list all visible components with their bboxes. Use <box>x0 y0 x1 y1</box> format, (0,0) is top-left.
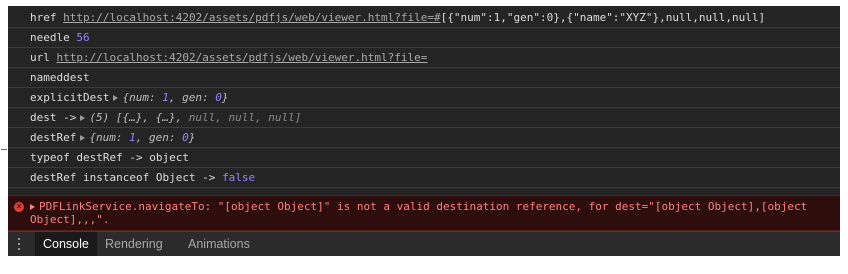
log-url: url http://localhost:4202/assets/pdfjs/w… <box>8 48 840 68</box>
log-link[interactable]: http://localhost:4202/assets/pdfjs/web/v… <box>57 51 428 64</box>
log-href: href http://localhost:4202/assets/pdfjs/… <box>8 6 840 28</box>
log-text: typeof destRef -> object <box>30 151 189 164</box>
log-label: href <box>30 11 57 24</box>
array-preview[interactable]: (5) [{…}, {…}, null, null, null] <box>89 111 301 124</box>
null-value: null, <box>188 111 222 124</box>
key: num: <box>95 131 123 144</box>
margin-dash <box>1 149 7 150</box>
boolean-value: false <box>222 171 256 184</box>
expand-triangle-icon[interactable] <box>80 115 86 121</box>
object-preview[interactable]: {num: 1, gen: 0} <box>89 131 195 144</box>
key: gen: <box>182 91 209 104</box>
key: gen: <box>148 131 176 144</box>
brace: } <box>188 131 196 144</box>
log-label: dest -> <box>30 111 77 124</box>
error-x-icon: ✕ <box>14 202 24 212</box>
array-count: (5) <box>89 111 110 124</box>
log-needle: needle 56 <box>8 28 840 48</box>
log-nameddest: nameddest <box>8 68 840 88</box>
null-value: null] <box>268 111 302 124</box>
key: num: <box>129 91 156 104</box>
object-preview[interactable]: {num: 1, gen: 0} <box>122 91 228 104</box>
error-text: PDFLinkService.navigateTo: "[object Obje… <box>30 200 808 226</box>
expand-triangle-icon[interactable] <box>80 135 86 141</box>
tab-rendering[interactable]: Rendering <box>97 232 171 256</box>
log-json: [{"num":1,"gen":0},{"name":"XYZ"},null,n… <box>440 11 766 24</box>
devtools-panel: href http://localhost:4202/assets/pdfjs/… <box>8 6 840 256</box>
log-explicit-dest: explicitDest {num: 1, gen: 0} <box>8 88 840 108</box>
log-label: nameddest <box>30 71 90 84</box>
value: 0 <box>182 131 189 144</box>
log-instanceof: destRef instanceof Object -> false <box>8 168 840 188</box>
log-label: explicitDest <box>30 91 110 104</box>
error-message: ✕ PDFLinkService.navigateTo: "[object Ob… <box>8 195 840 231</box>
more-options-icon[interactable] <box>18 238 21 251</box>
brace: { <box>89 131 96 144</box>
log-label: url <box>30 51 50 64</box>
brace: } <box>221 91 229 104</box>
expand-triangle-icon[interactable] <box>30 204 35 210</box>
log-number: 56 <box>76 31 90 44</box>
log-dest: dest -> (5) [{…}, {…}, null, null, null] <box>8 108 840 128</box>
log-dest-ref: destRef {num: 1, gen: 0} <box>8 128 840 148</box>
log-label: destRef <box>30 131 77 144</box>
log-label: needle <box>30 31 70 44</box>
array-items: [{…}, {…}, <box>115 111 183 124</box>
log-text: destRef instanceof Object -> <box>30 171 216 184</box>
value: 1 <box>162 91 169 104</box>
log-link[interactable]: http://localhost:4202/assets/pdfjs/web/v… <box>63 11 441 24</box>
value: 1 <box>129 131 136 144</box>
drawer-tabbar: Console Rendering Animations <box>8 231 840 256</box>
tab-animations[interactable]: Animations <box>180 232 258 256</box>
tab-console[interactable]: Console <box>35 232 97 256</box>
console-output: href http://localhost:4202/assets/pdfjs/… <box>8 6 840 188</box>
null-value: null, <box>228 111 262 124</box>
expand-triangle-icon[interactable] <box>113 95 119 101</box>
log-typeof: typeof destRef -> object <box>8 148 840 168</box>
value: 0 <box>215 91 222 104</box>
